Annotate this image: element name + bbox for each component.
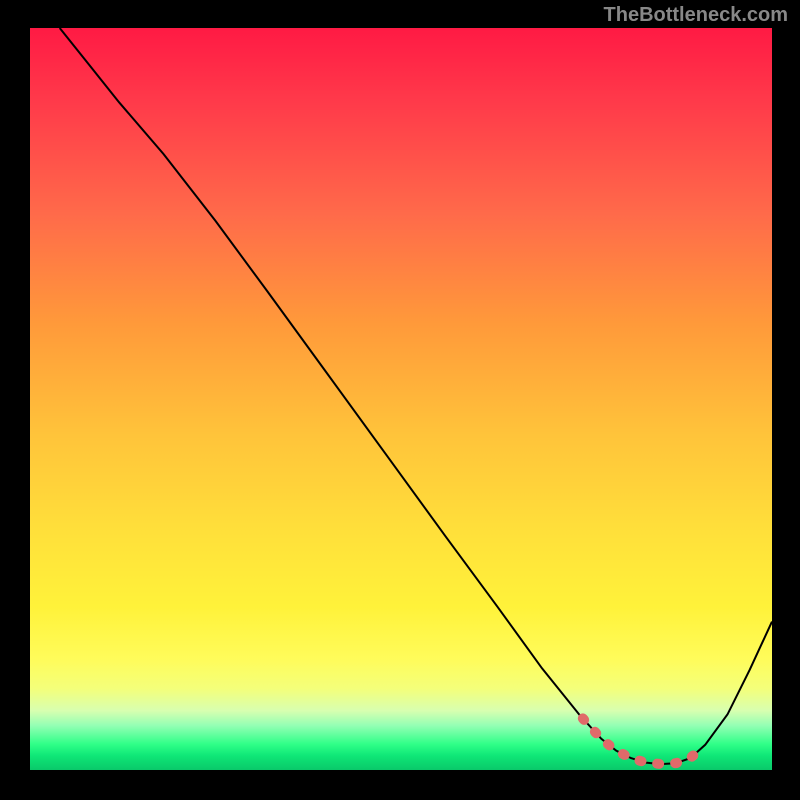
chart-plot-area [30,28,772,770]
bottleneck-curve-line [60,28,772,764]
optimal-range-highlight [583,718,694,764]
chart-svg [30,28,772,770]
watermark-text: TheBottleneck.com [604,4,788,27]
